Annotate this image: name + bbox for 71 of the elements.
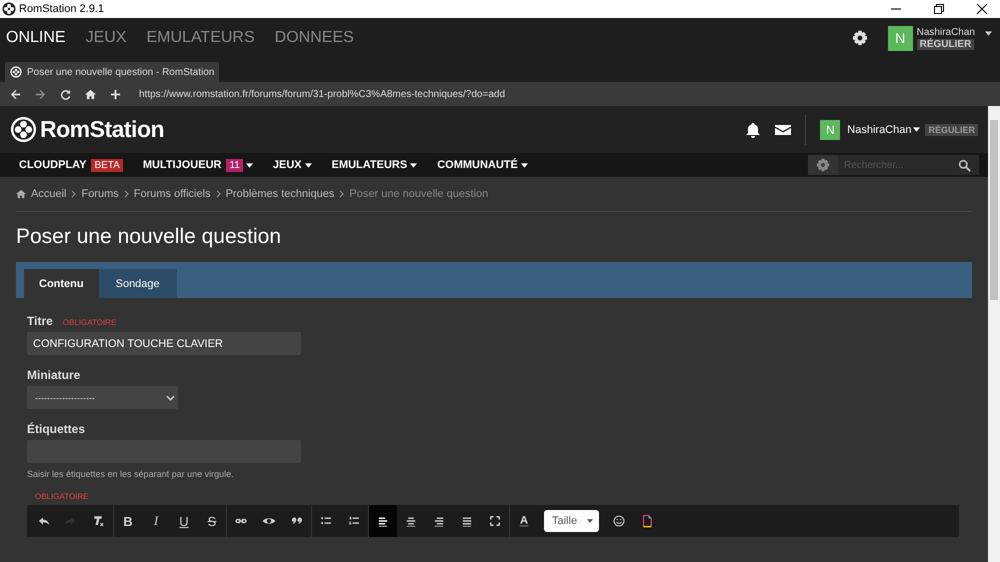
- site-nav-item[interactable]: JEUX: [272, 159, 302, 171]
- required-label: OBLIGATOIRE: [62, 318, 116, 327]
- caret-icon[interactable]: [913, 127, 920, 132]
- toolbar-button[interactable]: I: [142, 505, 170, 537]
- field-label: Étiquettes: [27, 422, 86, 436]
- caret-icon[interactable]: [985, 30, 992, 36]
- fullscreen-icon: [488, 514, 502, 528]
- thumbnail-select[interactable]: --------------------: [27, 386, 178, 409]
- field-label: Titre: [27, 314, 53, 328]
- site-favicon-icon: [10, 66, 22, 78]
- site-logo-text[interactable]: RomStation: [40, 116, 164, 143]
- caret-icon[interactable]: [304, 162, 312, 168]
- toolbar-button[interactable]: B: [114, 505, 142, 537]
- home-icon: [16, 189, 26, 199]
- back-icon[interactable]: [10, 88, 21, 100]
- caret-icon[interactable]: [246, 162, 253, 168]
- breadcrumb-link[interactable]: Forums officiels: [134, 188, 211, 200]
- breadcrumb-link[interactable]: Forums: [81, 188, 119, 200]
- rank-badge: RÉGULIER: [916, 38, 974, 50]
- home-icon[interactable]: [85, 88, 96, 100]
- caret-icon[interactable]: [410, 162, 418, 168]
- user-name: NashiraChan: [916, 26, 975, 38]
- rank-badge: RÉGULIER: [925, 124, 978, 136]
- forward-icon[interactable]: [35, 88, 46, 100]
- chevron-icon: [166, 394, 175, 400]
- site-nav-item[interactable]: EMULATEURS: [332, 159, 408, 171]
- form-tab[interactable]: Sondage: [98, 269, 177, 298]
- size-dropdown[interactable]: Taille: [544, 510, 600, 532]
- breadcrumb-link[interactable]: Problèmes techniques: [226, 188, 334, 200]
- text-color-icon: [517, 514, 531, 528]
- window-title: RomStation 2.9.1: [19, 3, 104, 15]
- clear-format-icon: [92, 514, 106, 528]
- app-nav-tab[interactable]: JEUX: [86, 29, 126, 47]
- restore-icon[interactable]: [934, 4, 944, 14]
- site-logo-icon: [10, 116, 37, 143]
- search-icon[interactable]: [958, 158, 971, 172]
- chevron-icon: [124, 190, 129, 198]
- app-nav-tab[interactable]: DONNEES: [274, 29, 354, 47]
- required-label: OBLIGATOIRE: [35, 492, 88, 501]
- document-icon: [640, 514, 654, 528]
- toolbar-button[interactable]: U: [170, 505, 198, 537]
- site-nav-item[interactable]: COMMUNAUTÉ: [437, 159, 518, 171]
- field-label: Miniature: [27, 368, 80, 382]
- breadcrumb-link[interactable]: Accueil: [31, 188, 66, 200]
- caret-icon[interactable]: [520, 162, 528, 168]
- scrollbar[interactable]: [988, 106, 1000, 562]
- text-field[interactable]: CONFIGURATION TOUCHE CLAVIER: [27, 332, 301, 355]
- count-badge: 11: [226, 158, 243, 172]
- toolbar-button[interactable]: [369, 505, 397, 537]
- site-nav-item[interactable]: MULTIJOUEUR: [142, 159, 222, 171]
- browser-tab[interactable]: Poser une nouvelle question - RomStation: [5, 62, 220, 82]
- user-menu[interactable]: NashiraChan: [847, 124, 920, 136]
- chevron-icon: [339, 190, 344, 198]
- beta-badge: BETA: [91, 158, 123, 172]
- chevron-icon: [71, 190, 76, 198]
- close-icon[interactable]: [977, 4, 987, 14]
- app-nav-tab[interactable]: EMULATEURS: [146, 29, 255, 47]
- app-nav-tab[interactable]: ONLINE: [6, 29, 66, 47]
- reload-icon[interactable]: [60, 88, 71, 100]
- toolbar-button[interactable]: S: [198, 505, 226, 537]
- site-nav-item[interactable]: CLOUDPLAY: [19, 159, 86, 171]
- form-tab[interactable]: Contenu: [24, 269, 99, 298]
- bell-icon[interactable]: [745, 122, 762, 138]
- url-field[interactable]: https://www.romstation.fr/forums/forum/31-probl%C3%A8mes-techniques/?do=add: [139, 88, 506, 100]
- page-title: Poser une nouvelle question: [16, 225, 282, 249]
- settings-icon[interactable]: [852, 30, 868, 46]
- caret-icon: [587, 519, 594, 523]
- new-tab-icon[interactable]: [110, 88, 121, 100]
- smiley-icon: [612, 514, 626, 528]
- chevron-icon: [216, 190, 221, 198]
- field-hint: Saisir les étiquettes en les séparant par une virgule.: [27, 469, 235, 479]
